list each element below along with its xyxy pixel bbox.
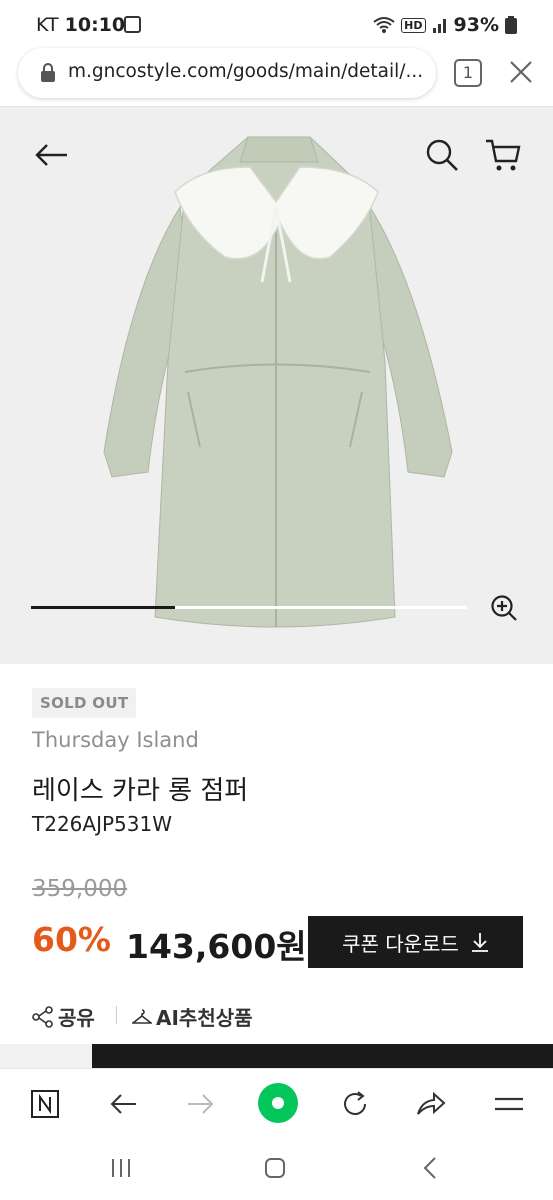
browser-forward-button[interactable] — [184, 1087, 218, 1121]
wifi-icon — [373, 17, 395, 33]
zoom-in-icon[interactable] — [490, 594, 518, 622]
arrow-left-icon — [110, 1094, 136, 1114]
product-code: T226AJP531W — [32, 812, 172, 836]
browser-toolbar — [0, 1068, 553, 1138]
share-arrow-icon — [417, 1091, 446, 1115]
share-label: 공유 — [58, 1006, 95, 1030]
product-image — [103, 136, 453, 628]
arrow-right-icon — [188, 1094, 214, 1114]
original-price: 359,000 — [32, 876, 128, 902]
product-name: 레이스 카라 롱 점퍼 — [32, 776, 249, 806]
status-notification-icons — [124, 16, 141, 33]
share-page-button[interactable] — [414, 1087, 448, 1121]
refresh-icon — [344, 1091, 366, 1115]
purchase-bar-partial[interactable] — [92, 1044, 553, 1068]
gallery-icon — [124, 16, 141, 33]
browser-back-button[interactable] — [106, 1087, 140, 1121]
cart-icon[interactable] — [484, 137, 522, 173]
image-slider-progress — [31, 606, 467, 609]
home-icon[interactable] — [264, 1157, 286, 1179]
lock-icon — [41, 63, 55, 82]
status-bar: KT 10:10 HD 93% — [0, 0, 553, 50]
hd-badge: HD — [401, 17, 426, 33]
signal-icon — [432, 19, 446, 33]
bottom-strip — [0, 1044, 92, 1068]
naver-home-button[interactable] — [28, 1087, 62, 1121]
refresh-button[interactable] — [338, 1087, 372, 1121]
status-carrier-time: KT 10:10 — [36, 14, 126, 36]
image-slider-progress-fill — [31, 606, 175, 609]
sold-out-badge: SOLD OUT — [32, 688, 137, 718]
menu-button[interactable] — [492, 1087, 526, 1121]
battery-icon — [505, 16, 517, 34]
battery-percent: 93% — [453, 14, 499, 36]
divider — [116, 1006, 117, 1024]
sale-price: 143,600원 — [126, 927, 307, 966]
share-button[interactable]: 공유 — [32, 1002, 95, 1031]
system-nav-bar — [0, 1138, 553, 1200]
brand-name[interactable]: Thursday Island — [32, 728, 199, 752]
url-text[interactable]: m.gncostyle.com/goods/main/detail/... — [68, 61, 428, 82]
ai-recommend-button[interactable]: AI추천상품 — [132, 1002, 253, 1031]
tab-count-button[interactable]: 1 — [454, 59, 482, 87]
hamburger-icon — [495, 1097, 523, 1111]
back-icon[interactable] — [422, 1156, 438, 1180]
search-icon[interactable] — [424, 137, 460, 173]
share-icon — [32, 1005, 53, 1028]
back-arrow-icon[interactable] — [34, 143, 68, 167]
coupon-download-label: 쿠폰 다운로드 — [342, 931, 459, 956]
ai-recommend-label: AI추천상품 — [156, 1006, 253, 1030]
product-image-slider[interactable] — [0, 107, 553, 664]
status-right: HD 93% — [373, 14, 517, 36]
address-bar[interactable]: m.gncostyle.com/goods/main/detail/... — [18, 48, 436, 98]
naver-n-icon — [31, 1090, 59, 1118]
naver-green-dot-button[interactable] — [258, 1083, 298, 1123]
discount-rate: 60% — [32, 920, 111, 959]
close-icon[interactable] — [508, 59, 534, 85]
ai-hanger-icon — [132, 1008, 152, 1024]
coupon-download-button[interactable]: 쿠폰 다운로드 — [308, 916, 523, 968]
download-icon — [471, 933, 488, 952]
recents-icon[interactable] — [110, 1158, 132, 1178]
